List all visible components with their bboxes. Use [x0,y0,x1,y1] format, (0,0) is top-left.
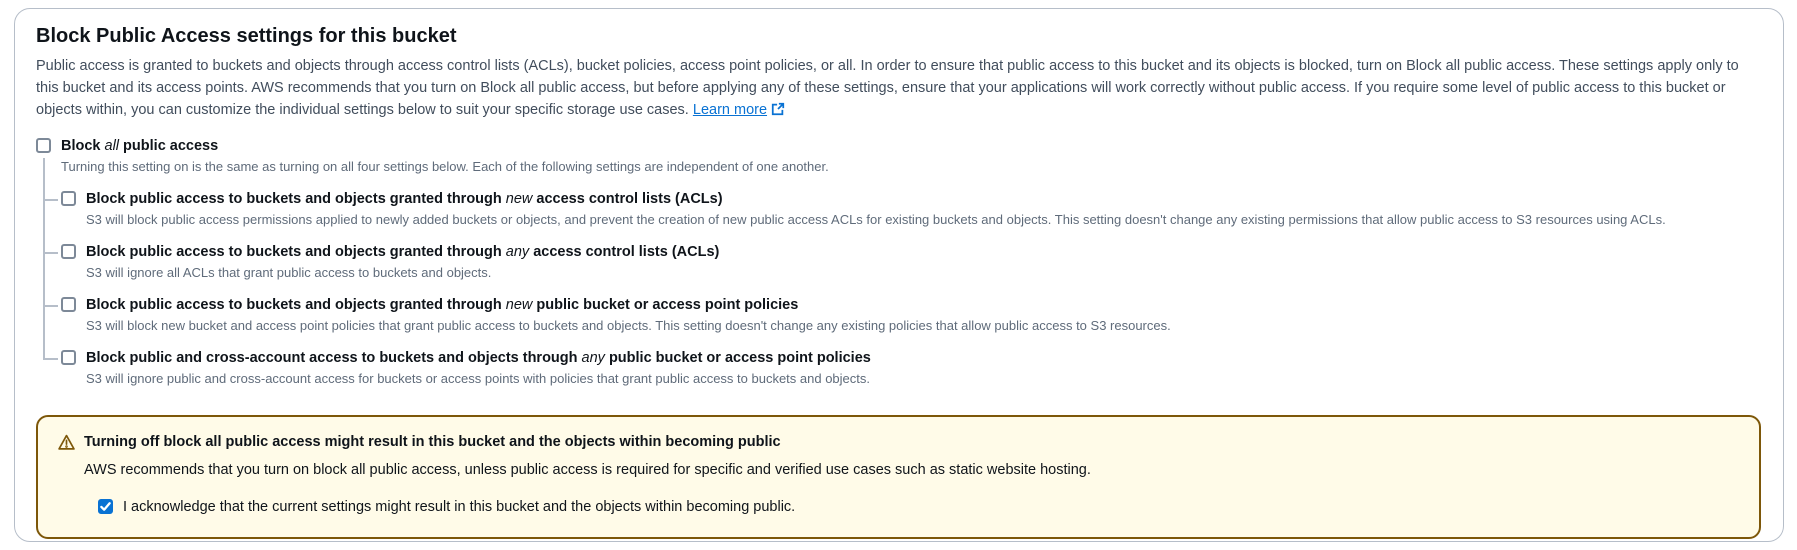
learn-more-link[interactable]: Learn more [693,102,785,118]
check-icon [100,501,111,512]
external-link-icon [771,101,785,123]
warning-alert: Turning off block all public access migh… [36,415,1761,539]
sub-setting-new-acls: Block public access to buckets and objec… [61,190,1762,228]
block-all-description: Turning this setting on is the same as t… [61,158,1762,175]
block-all-label: Block all public access [61,137,218,155]
new-acls-checkbox[interactable] [61,191,76,206]
warning-title: Turning off block all public access migh… [84,433,781,452]
tree-branch-line [43,358,58,360]
sub-setting-any-policies: Block public and cross-account access to… [61,349,1762,387]
intro-text: Public access is granted to buckets and … [36,58,1739,118]
sub-setting-label: Block public access to buckets and objec… [86,243,719,261]
acknowledge-checkbox[interactable] [98,499,113,514]
sub-setting-new-policies: Block public access to buckets and objec… [61,296,1762,334]
any-policies-checkbox[interactable] [61,350,76,365]
sub-setting-label: Block public access to buckets and objec… [86,296,798,314]
block-public-access-panel: Block Public Access settings for this bu… [14,8,1784,542]
any-acls-checkbox[interactable] [61,244,76,259]
tree-branch-line [43,199,58,201]
tree-branch-line [43,252,58,254]
intro-paragraph: Public access is granted to buckets and … [36,55,1762,123]
sub-setting-description: S3 will block public access permissions … [86,211,1762,228]
block-all-setting: Block all public access Turning this set… [36,137,1762,387]
sub-setting-description: S3 will ignore public and cross-account … [86,370,1762,387]
warning-description: AWS recommends that you turn on block al… [84,459,1739,481]
sub-setting-description: S3 will block new bucket and access poin… [86,317,1762,334]
block-all-checkbox[interactable] [36,138,51,153]
sub-setting-label: Block public and cross-account access to… [86,349,871,367]
warning-triangle-icon [58,434,75,456]
new-policies-checkbox[interactable] [61,297,76,312]
tree-connector-line [43,158,45,360]
acknowledge-label: I acknowledge that the current settings … [123,498,795,517]
sub-setting-label: Block public access to buckets and objec… [86,190,723,208]
tree-branch-line [43,305,58,307]
sub-setting-description: S3 will ignore all ACLs that grant publi… [86,264,1762,281]
sub-setting-any-acls: Block public access to buckets and objec… [61,243,1762,281]
page-title: Block Public Access settings for this bu… [36,25,1762,48]
